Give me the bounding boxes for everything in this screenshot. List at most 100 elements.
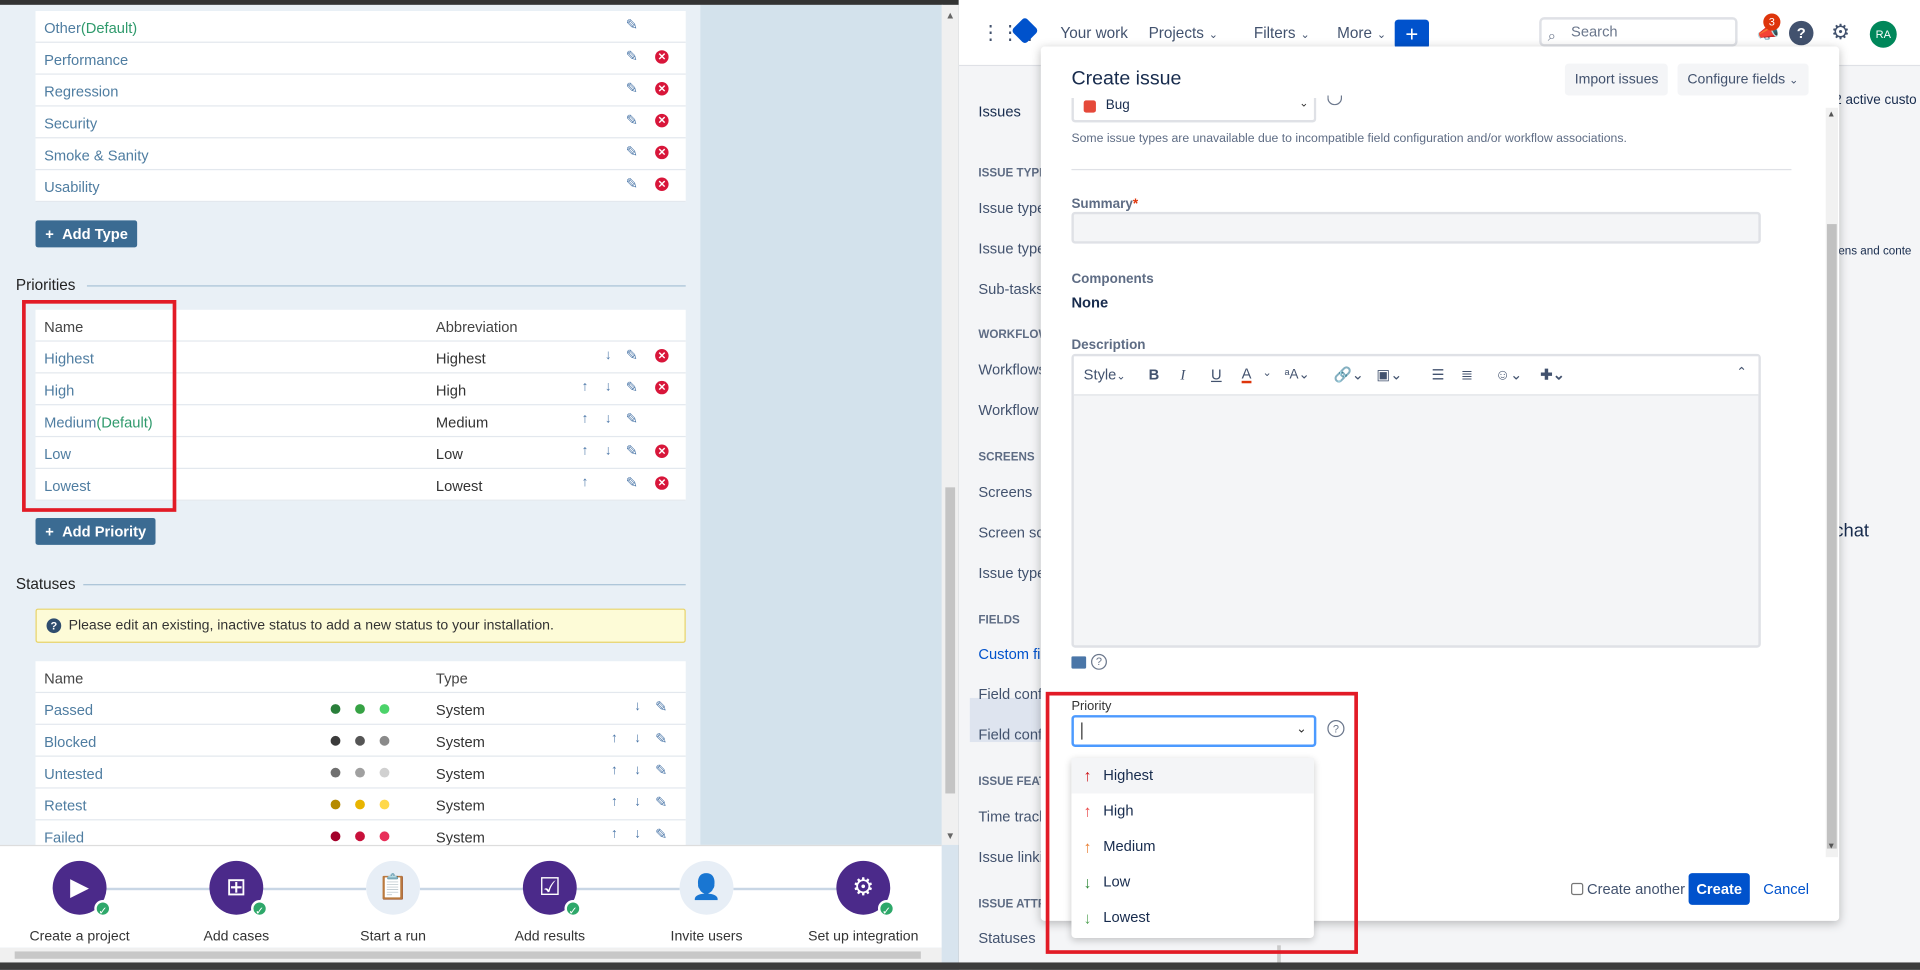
sidebar-item-issue-types[interactable]: Issue type [978, 200, 1045, 217]
nav-your-work[interactable]: Your work [1060, 24, 1128, 41]
move-up-arrow-icon[interactable]: ↑ [611, 795, 618, 809]
edit-pencil-icon[interactable]: ✎ [626, 49, 638, 64]
move-down-arrow-icon[interactable]: ↓ [634, 827, 641, 841]
issue-type-select[interactable]: Bug ⌄ [1071, 97, 1317, 123]
onboarding-step[interactable]: ☑ ✓ Add results [470, 860, 629, 944]
status-name-link[interactable]: Retest [44, 797, 86, 814]
status-name-link[interactable]: Passed [44, 702, 93, 719]
edit-pencil-icon[interactable]: ✎ [626, 81, 638, 96]
style-dropdown[interactable]: Style⌄ [1084, 366, 1126, 383]
delete-icon[interactable]: ✕ [655, 348, 669, 363]
text-color-icon[interactable]: A [1241, 366, 1252, 384]
type-name-link[interactable]: Regression [44, 83, 118, 100]
sidebar-item-issue-type-screen-schemes[interactable]: Issue type [978, 564, 1045, 581]
add-type-button[interactable]: + Add Type [35, 220, 138, 248]
edit-pencil-icon[interactable]: ✎ [626, 380, 638, 395]
collapse-toolbar-icon[interactable]: ⌃ [1736, 366, 1746, 379]
move-down-arrow-icon[interactable]: ↓ [605, 412, 612, 426]
edit-pencil-icon[interactable]: ✎ [655, 795, 667, 810]
move-up-arrow-icon[interactable]: ↑ [582, 412, 589, 426]
edit-pencil-icon[interactable]: ✎ [626, 176, 638, 191]
type-name-link[interactable]: Other(Default) [44, 20, 137, 37]
create-plus-button[interactable]: + [1394, 19, 1429, 49]
edit-pencil-icon[interactable]: ✎ [626, 475, 638, 490]
bullet-list-icon[interactable]: ☰ [1431, 366, 1444, 383]
move-up-arrow-icon[interactable]: ↑ [582, 476, 589, 489]
edit-pencil-icon[interactable]: ✎ [655, 731, 667, 746]
sidebar-item-statuses[interactable]: Statuses [978, 929, 1035, 946]
scrollbar-thumb[interactable] [14, 951, 921, 959]
dialog-scrollbar[interactable]: ▲ ▼ [1825, 107, 1838, 858]
underline-icon[interactable]: U [1211, 366, 1222, 383]
move-down-arrow-icon[interactable]: ↓ [634, 795, 641, 809]
attach-file-icon[interactable] [1071, 656, 1087, 669]
delete-icon[interactable]: ✕ [655, 113, 669, 128]
type-name-link[interactable]: Usability [44, 179, 100, 196]
search-input[interactable]: ⌕ Search [1539, 17, 1738, 47]
delete-icon[interactable]: ✕ [655, 82, 669, 96]
move-up-arrow-icon[interactable]: ↑ [611, 763, 618, 777]
onboarding-step[interactable]: ⊞ ✓ Add cases [157, 860, 316, 944]
avatar[interactable]: RA [1869, 20, 1897, 48]
help-icon[interactable] [1327, 95, 1343, 106]
edit-pencil-icon[interactable]: ✎ [626, 411, 638, 426]
help-icon[interactable]: ? [1788, 20, 1814, 46]
numbered-list-icon[interactable]: ≣ [1461, 366, 1473, 383]
emoji-icon[interactable]: ☺⌄ [1495, 366, 1522, 383]
scroll-up-icon[interactable]: ▲ [945, 10, 955, 21]
move-up-arrow-icon[interactable]: ↑ [611, 732, 618, 745]
edit-pencil-icon[interactable]: ✎ [655, 699, 667, 714]
edit-pencil-icon[interactable]: ✎ [626, 443, 638, 458]
configure-fields-button[interactable]: Configure fields ⌄ [1677, 63, 1809, 96]
edit-pencil-icon[interactable]: ✎ [655, 763, 667, 778]
onboarding-step[interactable]: 👤 Invite users [627, 860, 786, 944]
type-name-link[interactable]: Smoke & Sanity [44, 147, 149, 164]
insert-more-icon[interactable]: ✚⌄ [1540, 366, 1565, 383]
scrollbar-thumb[interactable] [1826, 224, 1837, 849]
italic-icon[interactable]: I [1180, 366, 1185, 384]
delete-icon[interactable]: ✕ [655, 177, 669, 192]
edit-pencil-icon[interactable]: ✎ [626, 348, 638, 363]
link-icon[interactable]: 🔗⌄ [1333, 366, 1364, 383]
move-down-arrow-icon[interactable]: ↓ [634, 763, 641, 777]
delete-icon[interactable]: ✕ [655, 476, 669, 490]
checkbox-box[interactable] [1571, 882, 1584, 896]
import-issues-button[interactable]: Import issues [1564, 63, 1669, 96]
status-name-link[interactable]: Blocked [44, 733, 96, 750]
add-priority-button[interactable]: + Add Priority [35, 517, 156, 545]
horizontal-scrollbar[interactable] [0, 947, 942, 963]
create-button[interactable]: Create [1688, 873, 1750, 905]
scroll-up-icon[interactable]: ▲ [1827, 110, 1835, 119]
sidebar-item-custom-fields[interactable]: Custom fi [978, 645, 1040, 662]
components-value[interactable]: None [1071, 294, 1108, 311]
chevron-down-icon[interactable]: ⌄ [1262, 366, 1271, 379]
description-editor[interactable]: Style⌄ B I U A ⌄ ᵃA⌄ 🔗⌄ ▣⌄ ☰ ≣ ☺⌄ ✚⌄ ⌃ [1071, 353, 1761, 648]
sidebar-item-workflows[interactable]: Workflows [978, 361, 1046, 378]
onboarding-step[interactable]: ▶ ✓ Create a project [0, 860, 159, 944]
attachment-icon[interactable]: ▣⌄ [1376, 366, 1402, 383]
type-name-link[interactable]: Performance [44, 51, 128, 68]
delete-icon[interactable]: ✕ [655, 380, 669, 395]
onboarding-step[interactable]: ⚙ ✓ Set up integration [784, 860, 943, 944]
move-down-arrow-icon[interactable]: ↓ [605, 348, 612, 362]
nav-more[interactable]: More ⌄ [1337, 24, 1386, 41]
create-another-checkbox[interactable]: Create another [1571, 880, 1685, 898]
delete-icon[interactable]: ✕ [655, 145, 669, 160]
sidebar-item-screens[interactable]: Screens [978, 484, 1032, 501]
move-up-arrow-icon[interactable]: ↑ [582, 380, 589, 394]
sidebar-issues[interactable]: Issues [978, 103, 1020, 120]
bold-icon[interactable]: B [1149, 366, 1160, 383]
move-down-arrow-icon[interactable]: ↓ [605, 444, 612, 457]
sidebar-item-issue-type-schemes[interactable]: Issue type [978, 240, 1045, 257]
edit-pencil-icon[interactable]: ✎ [655, 827, 667, 842]
sidebar-item-issue-linking[interactable]: Issue linki [978, 849, 1043, 866]
sidebar-item-workflow-schemes[interactable]: Workflow [978, 402, 1038, 419]
cancel-button[interactable]: Cancel [1763, 880, 1809, 897]
delete-icon[interactable]: ✕ [655, 50, 669, 64]
move-down-arrow-icon[interactable]: ↓ [605, 380, 612, 394]
delete-icon[interactable]: ✕ [655, 444, 669, 458]
scroll-down-icon[interactable]: ▼ [945, 830, 955, 841]
move-up-arrow-icon[interactable]: ↑ [611, 827, 618, 841]
onboarding-step[interactable]: 📋 Start a run [313, 860, 472, 944]
sidebar-item-field-configuration-schemes[interactable]: Field conf [978, 726, 1042, 743]
